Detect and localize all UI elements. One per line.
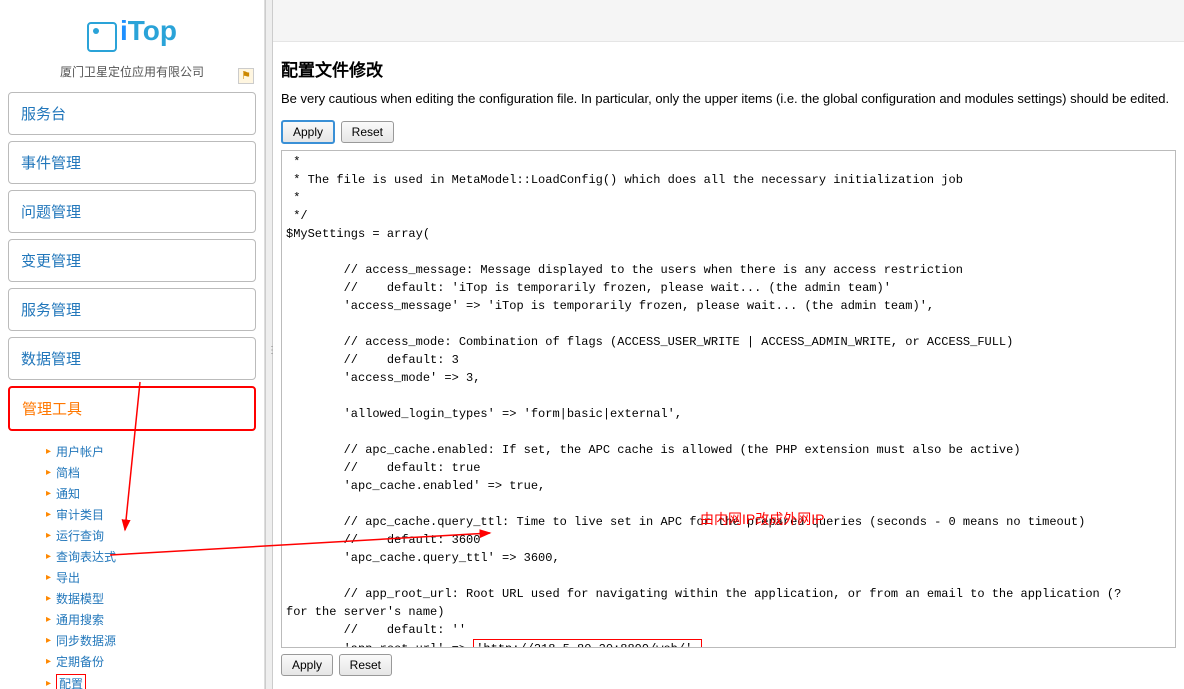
submenu-backup[interactable]: 定期备份 — [46, 651, 256, 672]
menu-admin-tools[interactable]: 管理工具 — [8, 386, 256, 431]
logo-letter-i: i — [120, 15, 128, 46]
reset-button[interactable]: Reset — [341, 121, 394, 143]
submenu-query-expr[interactable]: 查询表达式 — [46, 546, 256, 567]
menu-label: 服务台 — [9, 93, 255, 134]
menu-problem[interactable]: 问题管理 — [8, 190, 256, 233]
submenu-profiles[interactable]: 简档 — [46, 462, 256, 483]
menu-label: 服务管理 — [9, 289, 255, 330]
menu-label: 变更管理 — [9, 240, 255, 281]
logo[interactable]: iTop — [0, 0, 264, 57]
menu-incident[interactable]: 事件管理 — [8, 141, 256, 184]
annotation-text: 由内网IP改成外网IP — [700, 509, 824, 529]
menu-label: 问题管理 — [9, 191, 255, 232]
splitter[interactable] — [265, 0, 273, 689]
menu-service[interactable]: 服务管理 — [8, 288, 256, 331]
sidebar: iTop 厦门卫星定位应用有限公司 ⚑ 服务台 事件管理 问题管理 变更管理 服… — [0, 0, 265, 689]
reset-button-bottom[interactable]: Reset — [339, 654, 392, 676]
submenu-config[interactable]: 配置 — [46, 672, 256, 689]
top-bar — [273, 0, 1184, 42]
submenu-admin: 用户帐户 简档 通知 审计类目 运行查询 查询表达式 导出 数据模型 通用搜索 … — [8, 437, 256, 689]
button-bar-bottom: Apply Reset — [273, 650, 1184, 680]
menu-data[interactable]: 数据管理 — [8, 337, 256, 380]
menu-label: 数据管理 — [9, 338, 255, 379]
main-content: 配置文件修改 Be very cautious when editing the… — [273, 0, 1184, 689]
menu-label: 管理工具 — [10, 388, 254, 429]
menu-service-desk[interactable]: 服务台 — [8, 92, 256, 135]
submenu-user-accounts[interactable]: 用户帐户 — [46, 441, 256, 462]
apply-button[interactable]: Apply — [281, 120, 335, 144]
submenu-notifications[interactable]: 通知 — [46, 483, 256, 504]
apply-button-bottom[interactable]: Apply — [281, 654, 333, 676]
submenu-sync-datasource[interactable]: 同步数据源 — [46, 630, 256, 651]
submenu-data-model[interactable]: 数据模型 — [46, 588, 256, 609]
logo-letter-top: Top — [128, 15, 177, 46]
pin-icon[interactable]: ⚑ — [238, 68, 254, 84]
company-name: 厦门卫星定位应用有限公司 — [0, 57, 264, 92]
config-editor[interactable]: * * The file is used in MetaModel::LoadC… — [281, 150, 1176, 648]
menu-label: 事件管理 — [9, 142, 255, 183]
logo-icon — [87, 22, 117, 52]
main-menu: 服务台 事件管理 问题管理 变更管理 服务管理 数据管理 管理工具 用户帐户 简… — [0, 92, 264, 689]
submenu-run-query[interactable]: 运行查询 — [46, 525, 256, 546]
submenu-universal-search[interactable]: 通用搜索 — [46, 609, 256, 630]
page-title: 配置文件修改 — [273, 42, 1184, 91]
submenu-export[interactable]: 导出 — [46, 567, 256, 588]
submenu-audit[interactable]: 审计类目 — [46, 504, 256, 525]
menu-change[interactable]: 变更管理 — [8, 239, 256, 282]
warning-text: Be very cautious when editing the config… — [273, 91, 1184, 116]
button-bar-top: Apply Reset — [273, 116, 1184, 148]
